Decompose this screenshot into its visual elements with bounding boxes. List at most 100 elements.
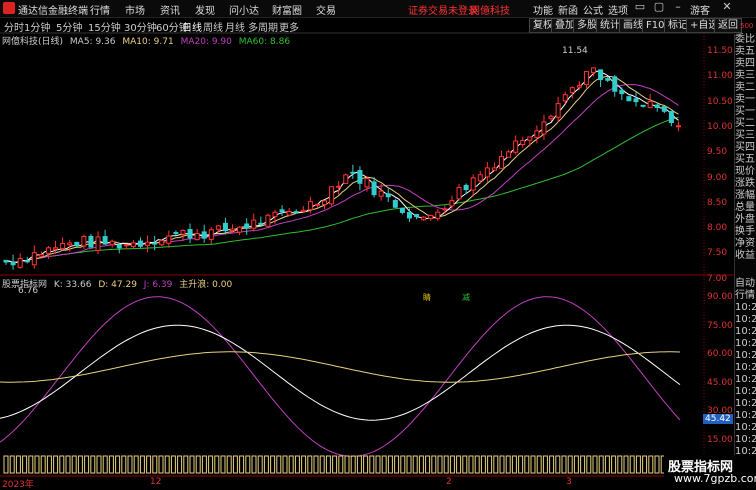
signal-bar <box>263 455 269 474</box>
sub-axis-label: 90.00 <box>707 292 733 302</box>
sidebar-tick: 10:2 <box>735 422 756 433</box>
candle-body <box>60 243 66 250</box>
j-line <box>0 296 681 457</box>
price-axis-label: 11.50 <box>707 46 733 56</box>
signal-bar <box>468 455 474 474</box>
signal-bar <box>152 455 158 474</box>
candle-body <box>24 260 30 263</box>
signal-bar <box>22 455 28 474</box>
signal-bar <box>350 455 356 474</box>
signal-bar <box>394 455 400 474</box>
signal-bar <box>214 455 220 474</box>
candle-body <box>498 155 504 169</box>
signal-bar <box>474 455 480 474</box>
main-chart-header: 网億科技(日线) MA5: 9.36 MA10: 9.71 MA20: 9.90… <box>2 34 294 47</box>
date-dec: 12 <box>150 477 162 487</box>
candle-body <box>244 223 250 229</box>
candle-body <box>569 87 575 94</box>
sidebar-label: 买四 <box>735 142 755 153</box>
signal-bar <box>282 455 288 474</box>
signal-bar <box>580 455 586 474</box>
candle-body <box>605 78 611 81</box>
sub-axis-label: 60.00 <box>707 349 733 359</box>
signal-bar <box>375 455 381 474</box>
signal-bar <box>9 455 15 474</box>
signal-bar <box>648 455 654 474</box>
ma60-label: MA60: 8.86 <box>238 37 291 47</box>
signal-bar <box>480 455 486 474</box>
ma5-label: MA5: 9.36 <box>69 37 116 47</box>
signal-bar <box>307 455 313 474</box>
sub-axis-label: 15.00 <box>707 434 733 445</box>
signal-bar <box>573 455 579 474</box>
candle-body <box>10 261 16 266</box>
price-axis-label: 8.50 <box>707 197 728 208</box>
candle-body <box>258 222 264 225</box>
signal-bar <box>462 455 468 474</box>
candle-body <box>286 210 292 216</box>
signal-bar <box>542 455 548 474</box>
price-axis-label: 7.50 <box>707 248 728 259</box>
signal-bar <box>456 455 462 474</box>
candle-body <box>406 211 412 219</box>
ma10-label: MA10: 9.71 <box>122 37 174 47</box>
signal-bar <box>189 455 195 474</box>
signal-bar <box>108 455 114 474</box>
signal-bar <box>90 455 96 474</box>
candle-body <box>74 241 80 247</box>
signal-bar <box>201 455 207 474</box>
sidebar-tick: 自动 <box>735 278 755 289</box>
signal-bar <box>257 455 263 474</box>
sidebar-tick: 10:2 <box>735 374 756 385</box>
signal-bar <box>592 455 598 474</box>
candle-body <box>513 140 519 153</box>
candle-body <box>38 254 44 257</box>
candle-body <box>145 241 151 246</box>
candle-body <box>392 199 398 208</box>
signal-bar <box>77 455 83 474</box>
candle-body <box>378 190 384 197</box>
candle-body <box>152 242 158 245</box>
signal-bar <box>40 455 46 474</box>
signal-bar <box>319 455 325 474</box>
signal-bar <box>629 455 635 474</box>
signal-bar <box>511 455 517 474</box>
candle-body <box>477 174 483 182</box>
marker-left: 睛 <box>423 293 431 302</box>
signal-bar <box>65 455 71 474</box>
candle-body <box>137 240 143 247</box>
candle-body <box>343 174 349 184</box>
signal-bar <box>177 455 183 474</box>
candle-body <box>399 208 405 213</box>
candle-body <box>350 171 356 174</box>
candle-body <box>583 71 589 86</box>
signal-bar <box>499 455 505 474</box>
signal-bar <box>493 455 499 474</box>
signal-bar <box>518 455 524 474</box>
price-axis-label: 9.50 <box>707 147 728 158</box>
signal-bar <box>598 455 604 474</box>
candle-body <box>654 104 660 108</box>
date-mar: 3 <box>566 477 572 487</box>
candle-body <box>201 231 207 239</box>
signal-bar <box>270 455 276 474</box>
candle-body <box>598 69 604 81</box>
signal-bar <box>313 455 319 474</box>
k-line <box>0 324 681 421</box>
candle-body <box>17 258 23 268</box>
candle-body <box>449 200 455 207</box>
candle-body <box>123 244 129 247</box>
sidebar-tick: 10:2 <box>735 302 756 313</box>
candle-body <box>442 208 448 211</box>
signal-bar <box>208 455 214 474</box>
sidebar-tick: 10:2 <box>735 326 756 337</box>
candle-body <box>463 184 469 191</box>
signal-bar <box>555 455 561 474</box>
sidebar-label: 换手 <box>735 226 755 237</box>
signal-bar <box>406 455 412 474</box>
sidebar-label: 总量 <box>735 202 755 213</box>
signal-bar <box>418 455 424 474</box>
signal-bar <box>53 455 59 474</box>
kline-chart[interactable] <box>0 0 756 487</box>
ma10-line <box>5 75 679 263</box>
